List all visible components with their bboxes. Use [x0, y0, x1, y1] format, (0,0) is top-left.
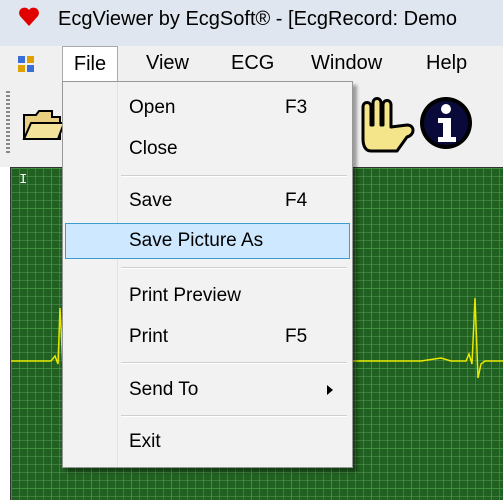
menu-file[interactable]: File: [62, 46, 118, 82]
menu-item-label: Save: [129, 190, 173, 211]
menu-item-send-to[interactable]: Send To: [65, 372, 350, 408]
menu-item-label: Print Preview: [129, 285, 241, 306]
info-icon[interactable]: [418, 95, 474, 151]
toolbar-grip[interactable]: [6, 91, 10, 155]
menu-item-label: Exit: [129, 431, 161, 452]
menu-item-exit[interactable]: Exit: [65, 424, 350, 460]
menu-item-save[interactable]: Save F4: [65, 183, 350, 219]
menu-view[interactable]: View: [146, 46, 189, 81]
open-folder-icon[interactable]: [22, 107, 64, 141]
menu-separator: [121, 175, 347, 177]
menu-item-label: Print: [129, 326, 169, 347]
menu-item-label: Open: [129, 97, 176, 118]
menu-separator: [121, 362, 347, 364]
heart-icon: [19, 7, 39, 26]
menu-item-label: Send To: [129, 379, 199, 400]
menu-ecg[interactable]: ECG: [231, 46, 274, 81]
menu-item-shortcut: F5: [285, 326, 308, 347]
menu-item-print[interactable]: Print F5: [65, 319, 350, 355]
menu-item-print-preview[interactable]: Print Preview: [65, 278, 350, 314]
submenu-arrow-icon: [327, 385, 333, 395]
menu-separator: [121, 415, 347, 417]
menu-item-shortcut: F3: [285, 97, 308, 118]
menu-bar: File View ECG Window Help: [0, 46, 503, 82]
menu-item-close[interactable]: Close: [65, 131, 350, 167]
menu-item-label: Save Picture As: [129, 230, 264, 251]
menu-item-open[interactable]: Open F3: [65, 90, 350, 126]
app-icon[interactable]: [18, 56, 34, 72]
file-menu-dropdown: Open F3 Close Save F4 Save Picture As Pr…: [62, 81, 353, 468]
hand-icon[interactable]: [357, 95, 417, 155]
menu-window[interactable]: Window: [311, 46, 382, 81]
title-bar: EcgViewer by EcgSoft® - [EcgRecord: Demo: [0, 0, 503, 46]
menu-help[interactable]: Help: [426, 46, 467, 81]
window-title: EcgViewer by EcgSoft® - [EcgRecord: Demo: [58, 8, 457, 30]
menu-item-label: Close: [129, 138, 178, 159]
menu-separator: [121, 267, 347, 269]
menu-item-shortcut: F4: [285, 190, 308, 211]
menu-item-save-picture-as[interactable]: Save Picture As: [65, 223, 350, 259]
